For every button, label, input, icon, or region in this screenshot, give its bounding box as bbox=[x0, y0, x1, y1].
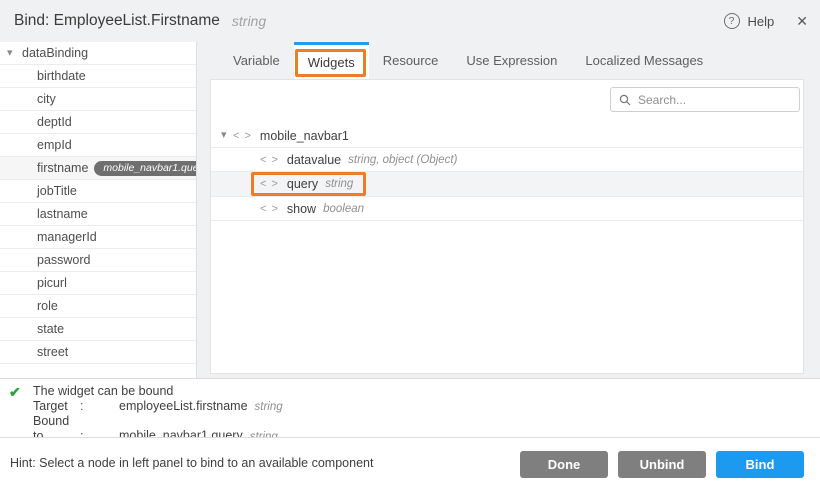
sidebar-item-label: firstname bbox=[37, 161, 88, 175]
sidebar-item-firstname[interactable]: firstname mobile_navbar1.query bbox=[0, 157, 196, 180]
sidebar-item-label: managerId bbox=[37, 230, 97, 244]
sidebar-item-role[interactable]: role bbox=[0, 295, 196, 318]
sidebar-item-label: city bbox=[37, 92, 56, 106]
binding-badge: mobile_navbar1.query bbox=[94, 161, 197, 176]
tab-resource[interactable]: Resource bbox=[369, 42, 453, 79]
dialog-header: Bind: EmployeeList.Firstname string ? He… bbox=[0, 0, 820, 42]
widget-tree: ▾ < > mobile_navbar1 < > datavalue strin… bbox=[211, 124, 803, 221]
unbind-button[interactable]: Unbind bbox=[618, 451, 706, 478]
tab-label: Resource bbox=[383, 53, 439, 68]
sidebar-item-lastname[interactable]: lastname bbox=[0, 203, 196, 226]
sidebar-item-label: lastname bbox=[37, 207, 88, 221]
done-button[interactable]: Done bbox=[520, 451, 608, 478]
tree-node-type: boolean bbox=[323, 203, 364, 215]
sidebar-item-state[interactable]: state bbox=[0, 318, 196, 341]
sidebar-item-cutoff bbox=[0, 364, 196, 377]
page-title: Bind: EmployeeList.Firstname bbox=[14, 12, 220, 30]
status-body: The widget can be bound Target:employeeL… bbox=[33, 379, 820, 444]
bind-button[interactable]: Bind bbox=[716, 451, 804, 478]
sidebar-item-label: jobTitle bbox=[37, 184, 77, 198]
expand-caret-icon[interactable]: ▾ bbox=[221, 128, 227, 141]
tab-widgets[interactable]: Widgets bbox=[294, 42, 369, 79]
sidebar-item-label: picurl bbox=[37, 276, 67, 290]
tab-label: Widgets bbox=[308, 55, 355, 70]
tree-node-datavalue[interactable]: < > datavalue string, object (Object) bbox=[211, 148, 803, 172]
tab-label: Localized Messages bbox=[585, 53, 703, 68]
tree-node-show[interactable]: < > show boolean bbox=[211, 197, 803, 221]
sidebar-item-label: street bbox=[37, 345, 68, 359]
status-separator: : bbox=[80, 399, 119, 414]
tab-variable[interactable]: Variable bbox=[219, 42, 294, 79]
sidebar-item-label: empId bbox=[37, 138, 72, 152]
close-icon[interactable]: ✕ bbox=[796, 13, 808, 30]
help-icon[interactable]: ? bbox=[724, 13, 740, 29]
tab-label: Use Expression bbox=[466, 53, 557, 68]
sidebar-item-empid[interactable]: empId bbox=[0, 134, 196, 157]
sidebar-root-label: dataBinding bbox=[22, 46, 88, 60]
header-actions: ? Help ✕ bbox=[724, 0, 808, 42]
code-icon: < > bbox=[260, 203, 279, 215]
tab-label: Variable bbox=[233, 53, 280, 68]
data-binding-panel: ▾ dataBinding birthdate city deptId empI… bbox=[0, 42, 197, 378]
tab-localized-messages[interactable]: Localized Messages bbox=[571, 42, 717, 79]
status-target-row: Target:employeeList.firstname string bbox=[33, 399, 820, 415]
search-icon bbox=[619, 94, 631, 106]
bind-dialog: Bind: EmployeeList.Firstname string ? He… bbox=[0, 0, 820, 490]
sidebar-item-label: deptId bbox=[37, 115, 72, 129]
search-box[interactable] bbox=[610, 87, 800, 112]
dialog-footer: Hint: Select a node in left panel to bin… bbox=[0, 437, 820, 490]
code-icon: < > bbox=[260, 178, 279, 190]
widgets-tab-content: ▾ < > mobile_navbar1 < > datavalue strin… bbox=[210, 79, 804, 374]
search-input[interactable] bbox=[636, 92, 799, 108]
tree-node-query[interactable]: < > query string bbox=[211, 172, 803, 197]
tree-node-label: datavalue bbox=[287, 153, 341, 167]
check-icon: ✔ bbox=[9, 384, 21, 401]
tree-node-mobile-navbar1[interactable]: ▾ < > mobile_navbar1 bbox=[211, 124, 803, 148]
status-value-type: string bbox=[255, 401, 283, 413]
highlight-annotation-box: < > query string bbox=[251, 172, 366, 196]
help-link[interactable]: Help bbox=[748, 14, 775, 29]
tree-node-type: string, object (Object) bbox=[348, 154, 457, 166]
tree-node-type: string bbox=[325, 178, 353, 190]
sidebar-item-label: role bbox=[37, 299, 58, 313]
tab-use-expression[interactable]: Use Expression bbox=[452, 42, 571, 79]
tree-node-label: mobile_navbar1 bbox=[260, 129, 349, 143]
status-value: employeeList.firstname bbox=[119, 399, 248, 413]
main-panel: Variable Widgets Resource Use Expression… bbox=[197, 42, 820, 378]
sidebar-item-managerid[interactable]: managerId bbox=[0, 226, 196, 249]
binding-status-panel: ✔ The widget can be bound Target:employe… bbox=[0, 378, 820, 437]
sidebar-item-street[interactable]: street bbox=[0, 341, 196, 364]
code-icon: < > bbox=[260, 154, 279, 166]
tab-bar: Variable Widgets Resource Use Expression… bbox=[197, 42, 820, 79]
hint-text: Hint: Select a node in left panel to bin… bbox=[10, 456, 373, 470]
sidebar-item-deptid[interactable]: deptId bbox=[0, 111, 196, 134]
sidebar-item-label: password bbox=[37, 253, 91, 267]
sidebar-item-password[interactable]: password bbox=[0, 249, 196, 272]
sidebar-item-jobtitle[interactable]: jobTitle bbox=[0, 180, 196, 203]
sidebar-item-city[interactable]: city bbox=[0, 88, 196, 111]
code-icon: < > bbox=[233, 130, 252, 142]
tree-node-label: show bbox=[287, 202, 316, 216]
sidebar-item-birthdate[interactable]: birthdate bbox=[0, 65, 196, 88]
sidebar-item-label: birthdate bbox=[37, 69, 86, 83]
status-message: The widget can be bound bbox=[33, 384, 820, 399]
tree-node-label: query bbox=[287, 177, 318, 191]
collapse-caret-icon[interactable]: ▾ bbox=[7, 46, 13, 59]
sidebar-item-databinding[interactable]: ▾ dataBinding bbox=[0, 42, 196, 65]
sidebar-item-picurl[interactable]: picurl bbox=[0, 272, 196, 295]
page-title-type: string bbox=[232, 13, 266, 29]
sidebar-item-label: state bbox=[37, 322, 64, 336]
status-label: Target bbox=[33, 399, 80, 414]
